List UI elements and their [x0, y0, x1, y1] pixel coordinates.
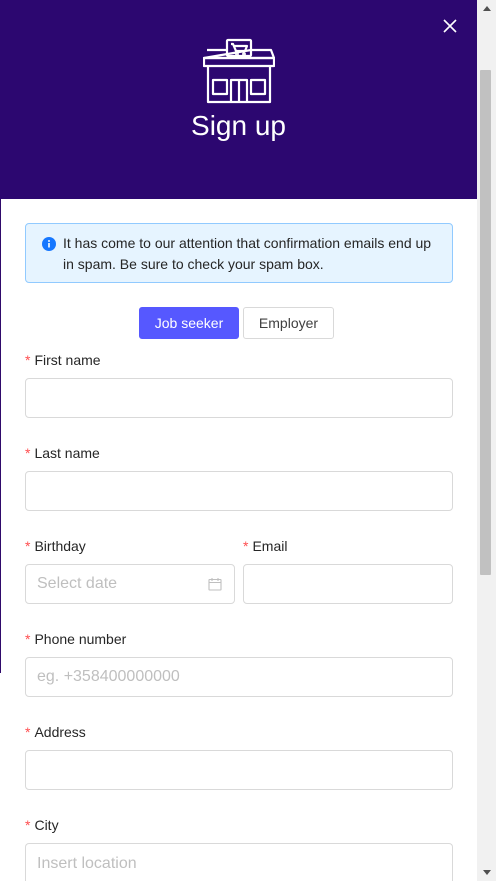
- required-mark: *: [25, 352, 31, 368]
- spam-warning-alert: It has come to our attention that confir…: [25, 223, 453, 283]
- page-title: Sign up: [191, 110, 286, 141]
- city-placeholder: Insert location: [37, 855, 137, 872]
- job-seeker-option[interactable]: Job seeker: [139, 307, 239, 339]
- first-name-label: * First name: [25, 352, 101, 368]
- close-button[interactable]: [440, 16, 460, 36]
- required-mark: *: [25, 817, 31, 833]
- store-cart-icon: [203, 38, 275, 104]
- employer-option[interactable]: Employer: [243, 307, 334, 339]
- modal-header: Sign up: [0, 0, 477, 199]
- city-label: * City: [25, 817, 59, 833]
- email-field[interactable]: [243, 564, 453, 604]
- phone-label: * Phone number: [25, 631, 127, 647]
- info-icon: [42, 237, 56, 251]
- last-name-field[interactable]: [25, 471, 453, 511]
- close-icon[interactable]: [440, 16, 460, 36]
- address-label: * Address: [25, 724, 86, 740]
- scrollbar[interactable]: [477, 0, 496, 881]
- required-mark: *: [25, 724, 31, 740]
- scrollbar-thumb[interactable]: [480, 70, 491, 575]
- birthday-placeholder: Select date: [37, 575, 118, 592]
- birthday-date-picker[interactable]: Select date: [25, 564, 235, 604]
- first-name-field[interactable]: [25, 378, 453, 418]
- background-edge: [0, 199, 1, 673]
- signup-modal: Sign up It has come to our attention tha…: [0, 0, 496, 881]
- required-mark: *: [25, 538, 31, 554]
- phone-placeholder: eg. +358400000000: [37, 668, 180, 685]
- alert-message: It has come to our attention that confir…: [63, 235, 432, 272]
- address-field[interactable]: [25, 750, 453, 790]
- required-mark: *: [243, 538, 249, 554]
- required-mark: *: [25, 445, 31, 461]
- email-label: * Email: [243, 538, 288, 554]
- city-location-field[interactable]: Insert location: [25, 843, 453, 881]
- birthday-label: * Birthday: [25, 538, 86, 554]
- required-mark: *: [25, 631, 31, 647]
- scroll-up-arrow[interactable]: [477, 0, 496, 17]
- last-name-label: * Last name: [25, 445, 100, 461]
- calendar-icon: [208, 578, 222, 591]
- scroll-down-arrow[interactable]: [477, 864, 496, 881]
- phone-field[interactable]: eg. +358400000000: [25, 657, 453, 697]
